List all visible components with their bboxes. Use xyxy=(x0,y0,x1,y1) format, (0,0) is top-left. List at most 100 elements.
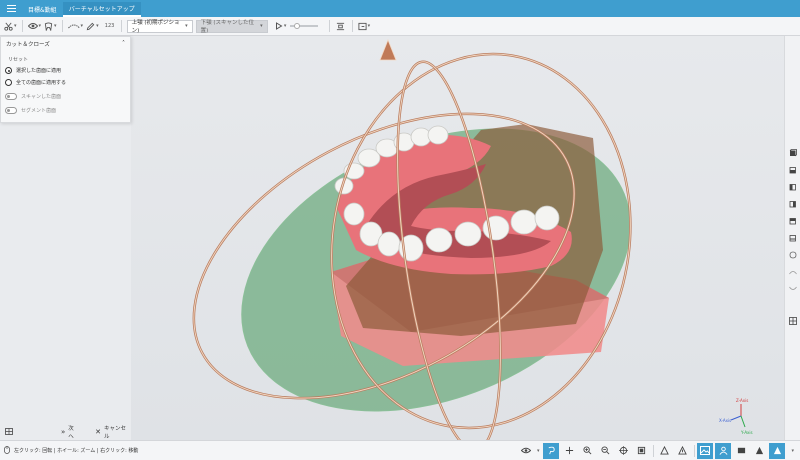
cut-close-panel: カット＆クローズ ˄ リセット 選択した歯面に適用 全ての歯面に適用する スキャ… xyxy=(0,36,131,123)
layout-icon[interactable] xyxy=(5,427,13,437)
view-bottom-icon[interactable] xyxy=(788,233,798,243)
tooth[interactable] xyxy=(510,209,538,235)
chevron-down-icon: ▾ xyxy=(185,23,188,29)
next-label: 次へ xyxy=(68,426,74,440)
view-cube-icon[interactable] xyxy=(788,148,798,158)
chevron-down-icon[interactable]: ▾ xyxy=(81,23,84,29)
view-left-icon[interactable] xyxy=(788,182,798,192)
rotate-view-icon[interactable] xyxy=(788,250,798,260)
cancel-button[interactable]: ✕ キャンセル xyxy=(95,424,131,440)
axis-triad: Z-Axis X-Axis Y-Axis xyxy=(719,398,753,435)
lower-jaw-select-value: 下顎 (スキャンした位置) xyxy=(200,20,254,34)
chevron-down-icon[interactable]: ▾ xyxy=(54,23,57,29)
user-mode-button[interactable] xyxy=(715,442,732,459)
frame-icon xyxy=(637,446,646,455)
layers-button[interactable] xyxy=(733,443,749,459)
mouse-hint-text: 左クリック: 回転 | ホイール: ズーム | 右クリック: 移動 xyxy=(14,448,139,454)
frame-button[interactable] xyxy=(633,443,649,459)
toolbar-divider xyxy=(21,20,23,32)
zoom-in-icon xyxy=(583,446,592,455)
tooth[interactable] xyxy=(425,227,453,253)
animation-slider[interactable] xyxy=(289,23,318,29)
move-tool-button[interactable] xyxy=(561,443,577,459)
toolbar-divider xyxy=(120,20,122,32)
zoom-in-button[interactable] xyxy=(579,443,595,459)
radio-button[interactable] xyxy=(5,79,12,86)
jaw-model-scene[interactable]: Z-Axis X-Axis Y-Axis xyxy=(131,36,784,440)
fit-view-button[interactable] xyxy=(615,443,631,459)
triangle-outline-icon xyxy=(678,446,687,455)
slider-handle[interactable] xyxy=(293,23,300,29)
next-button[interactable]: » 次へ xyxy=(61,424,79,440)
play-button[interactable]: ▾ xyxy=(275,19,287,33)
toggle-scanned-surface[interactable]: スキャンした歯面 xyxy=(5,91,130,101)
align-icon xyxy=(336,22,345,30)
toolbar-divider xyxy=(351,20,353,32)
align-button[interactable] xyxy=(335,19,347,33)
panel-header[interactable]: カット＆クローズ ˄ xyxy=(1,37,130,50)
radio-apply-all[interactable]: 全ての歯面に適用する xyxy=(5,78,130,87)
upper-jaw-select[interactable]: 上顎 (初期ポジション) ▾ xyxy=(126,19,193,34)
zoom-out-button[interactable] xyxy=(597,443,613,459)
toggle-segment-surface[interactable]: セグメント歯面 xyxy=(5,105,130,115)
chevron-down-icon[interactable]: ▾ xyxy=(96,23,99,29)
tab-virtual-setup[interactable]: バーチャルセットアップ xyxy=(62,2,141,17)
toolbar-divider xyxy=(61,20,63,32)
translate-arrow-handle[interactable] xyxy=(379,38,397,61)
view-front-icon[interactable] xyxy=(788,165,798,175)
solid-mode-button[interactable] xyxy=(751,443,767,459)
toggle-switch[interactable] xyxy=(5,92,17,100)
chevron-down-icon[interactable]: ▾ xyxy=(368,23,371,29)
tooth-filter-button[interactable]: ▾ xyxy=(44,19,57,33)
tooth[interactable] xyxy=(343,202,365,226)
view-button[interactable]: ▾ xyxy=(27,19,42,33)
tab-target[interactable]: 目標&勤組 xyxy=(22,2,63,17)
toggle-label: スキャンした歯面 xyxy=(21,93,62,100)
radio-button[interactable] xyxy=(5,67,12,74)
axis-label-y: Y-Axis xyxy=(740,430,753,435)
toolbar-divider xyxy=(328,20,330,32)
export-button[interactable]: ▾ xyxy=(358,19,371,33)
tooth[interactable] xyxy=(427,125,449,145)
lasso-icon xyxy=(548,446,555,455)
shaded-mode-button[interactable] xyxy=(769,442,786,459)
eye-icon xyxy=(520,447,531,454)
panel-title: カット＆クローズ xyxy=(6,41,50,48)
navigation-button[interactable] xyxy=(656,443,672,459)
lower-arch-icon[interactable] xyxy=(788,284,798,294)
lower-jaw-select[interactable]: 下顎 (スキャンした位置) ▾ xyxy=(195,19,268,34)
play-icon xyxy=(275,22,283,30)
triangle-solid-icon xyxy=(755,446,764,455)
visibility-button[interactable] xyxy=(518,443,534,459)
chevron-down-icon[interactable]: ▾ xyxy=(791,448,794,454)
pen-button[interactable]: ▾ xyxy=(86,19,99,33)
chevron-down-icon[interactable]: ▾ xyxy=(284,23,287,29)
upper-arch-icon[interactable] xyxy=(788,267,798,277)
tooth-icon xyxy=(44,21,53,31)
image-icon xyxy=(700,446,711,455)
hamburger-menu-icon[interactable] xyxy=(0,0,22,17)
tooth[interactable] xyxy=(534,205,560,231)
tooth[interactable] xyxy=(454,221,482,247)
pencil-icon xyxy=(86,22,95,30)
image-mode-button[interactable] xyxy=(697,442,714,459)
radio-apply-selected[interactable]: 選択した歯面に適用 xyxy=(5,66,130,75)
chevron-down-icon: ▾ xyxy=(260,23,263,29)
zoom-out-icon xyxy=(601,446,610,455)
chevron-down-icon[interactable]: ▾ xyxy=(39,23,42,29)
chevron-down-icon[interactable]: ▾ xyxy=(537,448,540,454)
chevron-up-icon[interactable]: ˄ xyxy=(122,40,125,47)
measure-button[interactable] xyxy=(674,443,690,459)
cut-tool-button[interactable]: ▾ xyxy=(4,19,17,33)
chevron-down-icon[interactable]: ▾ xyxy=(14,23,17,29)
view-top-icon[interactable] xyxy=(788,216,798,226)
select-tool-button[interactable] xyxy=(543,442,560,459)
grid-icon[interactable] xyxy=(788,316,798,326)
axis-label-z: Z-Axis xyxy=(736,398,748,403)
toggle-switch[interactable] xyxy=(5,106,17,114)
arch-button[interactable]: ▾ xyxy=(67,19,84,33)
view-right-icon[interactable] xyxy=(788,199,798,209)
3d-viewport[interactable]: Z-Axis X-Axis Y-Axis xyxy=(131,36,784,440)
tooth[interactable] xyxy=(377,231,401,257)
reset-link[interactable]: リセット xyxy=(8,56,130,63)
